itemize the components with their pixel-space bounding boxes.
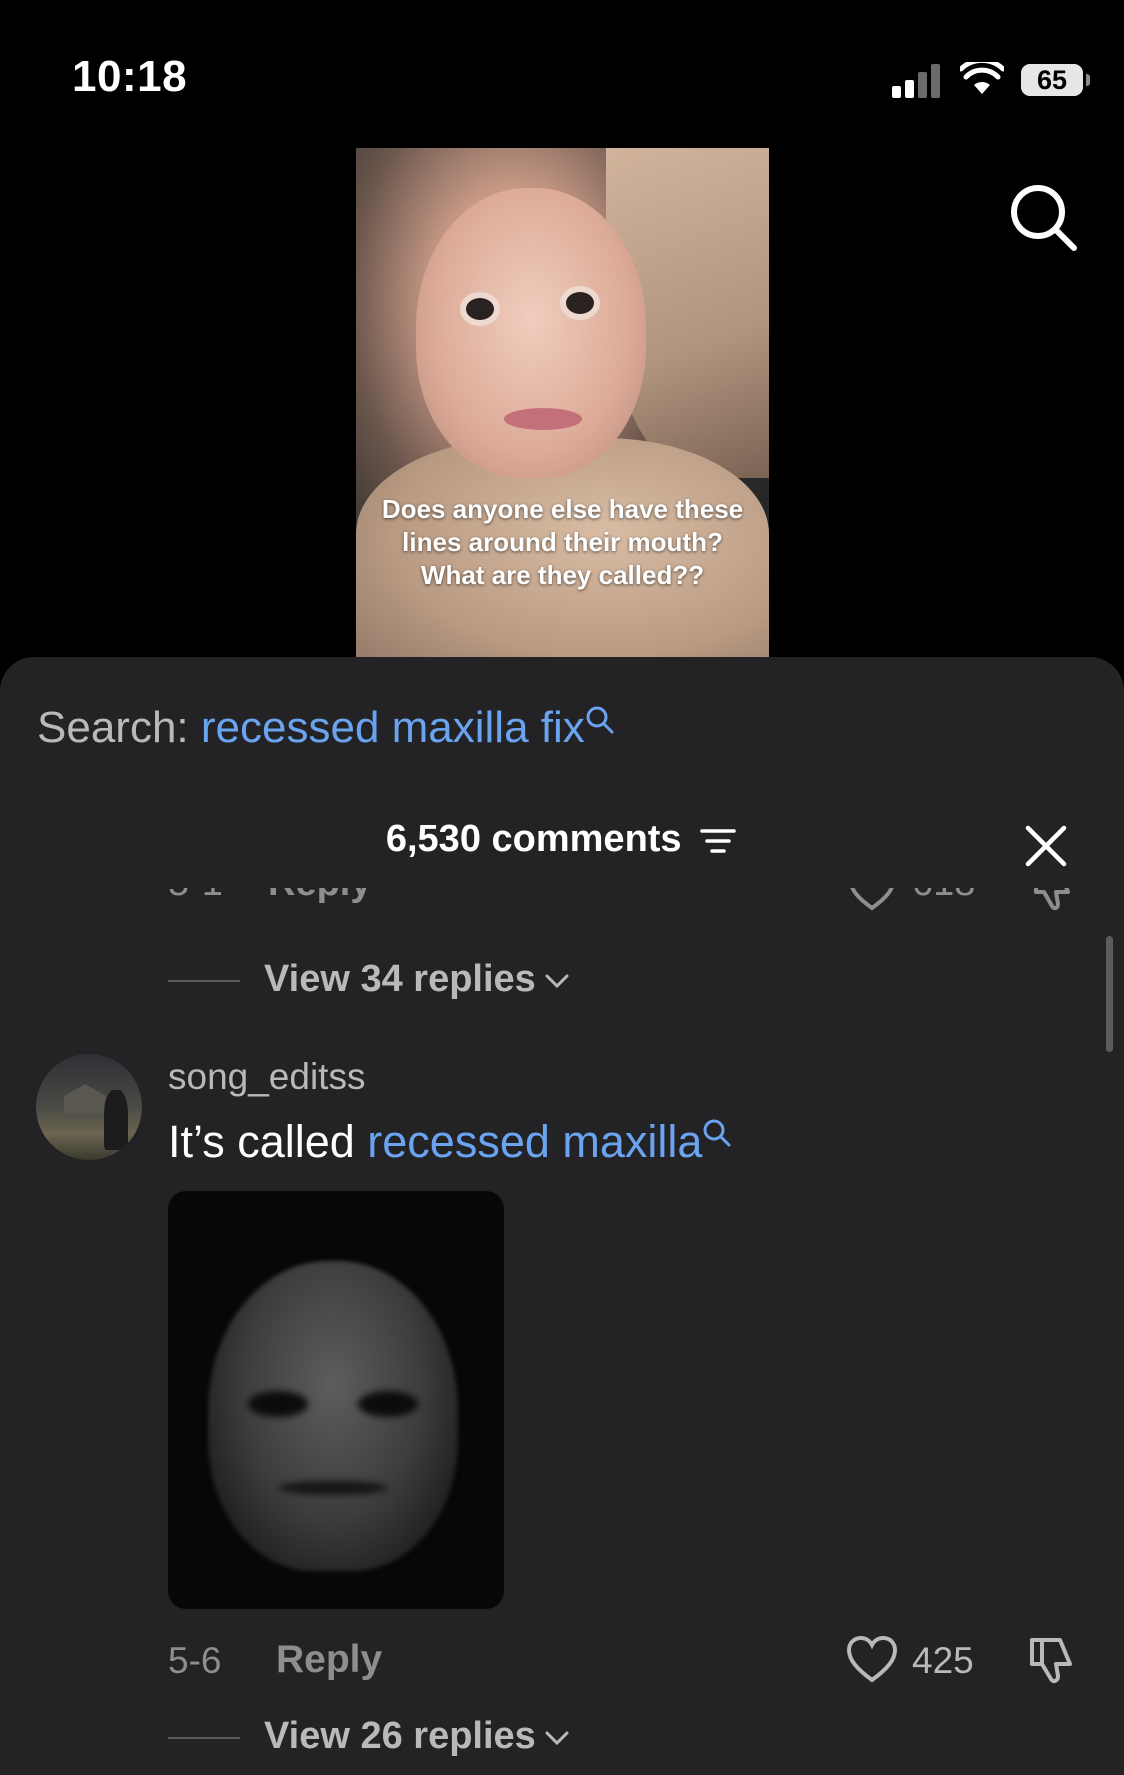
comment-username[interactable]: song_editss [168,1056,365,1098]
comment-search-keyword[interactable]: recessed maxilla [367,1116,702,1167]
like-count: 425 [912,1640,974,1681]
search-icon [586,706,614,734]
dislike-icon[interactable] [1030,888,1076,912]
dislike-icon[interactable] [1026,1634,1078,1686]
chevron-down-icon [545,1731,569,1746]
avatar[interactable] [36,1054,142,1160]
comments-count-header: 6,530 comments [0,818,1124,861]
signal-icon [892,62,944,98]
video-thumbnail[interactable]: Does anyone else have these lines around… [356,148,769,658]
search-icon[interactable] [1008,182,1078,252]
comments-count: 6,530 comments [385,818,682,860]
comment-date: 5-6 [168,1640,222,1681]
video-caption: Does anyone else have these lines around… [381,494,744,590]
heart-icon[interactable] [848,888,896,912]
comment-date: 5-1 [168,888,223,905]
view-replies-label: View 26 replies [264,1715,536,1757]
replies-divider [168,979,240,982]
like-count: 618 [912,888,975,905]
search-icon [703,1119,731,1147]
view-replies-label: View 34 replies [264,958,536,1000]
reply-button[interactable]: Reply [276,1638,382,1682]
previous-comment-meta: 5-1 Reply 618 [0,888,1124,928]
view-replies-button[interactable]: View 34 replies [168,958,570,1001]
battery-nub [1086,74,1090,86]
wifi-icon [960,62,1004,94]
filter-icon[interactable] [698,825,738,857]
status-time: 10:18 [72,52,188,101]
reply-button[interactable]: Reply [268,888,371,905]
view-replies-button[interactable]: View 26 replies [168,1715,570,1758]
battery-icon: 65 [1021,64,1083,96]
search-suggestion[interactable]: Search: recessed maxilla fix [37,703,615,753]
search-keyword[interactable]: recessed maxilla fix [201,703,585,752]
heart-icon[interactable] [846,1636,898,1684]
comment-text-prefix: It’s called [168,1116,368,1167]
comment-image[interactable] [168,1191,504,1609]
replies-divider [168,1736,240,1739]
chevron-down-icon [545,974,569,989]
comment-text: It’s called recessed maxilla [168,1116,732,1168]
search-prefix: Search: [37,703,189,752]
close-icon[interactable] [1022,822,1070,870]
scrollbar[interactable] [1106,936,1113,1052]
